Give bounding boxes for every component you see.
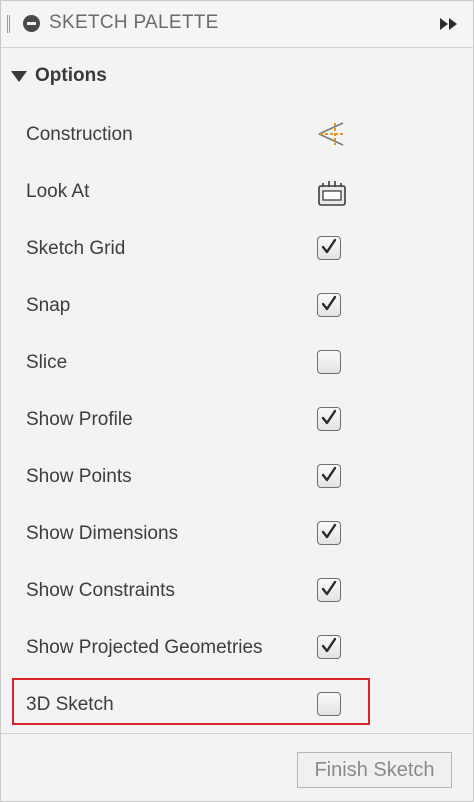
- drag-grip-icon[interactable]: [7, 15, 10, 33]
- checkmark-icon: [321, 466, 337, 482]
- collapse-icon[interactable]: [23, 15, 40, 32]
- expand-arrows-icon[interactable]: [439, 17, 459, 31]
- option-row-snap: Snap: [1, 285, 473, 325]
- caret-down-icon[interactable]: [11, 71, 27, 82]
- option-row-sketch-grid: Sketch Grid: [1, 228, 473, 268]
- option-row-slice: Slice: [1, 342, 473, 382]
- look-at-icon[interactable]: [317, 178, 346, 206]
- snap-checkbox[interactable]: [317, 293, 341, 317]
- show-constraints-checkbox[interactable]: [317, 578, 341, 602]
- options-section-header[interactable]: Options: [1, 57, 473, 97]
- option-label: Snap: [26, 295, 71, 316]
- option-row-look-at: Look At: [1, 171, 473, 211]
- option-label: Show Profile: [26, 409, 133, 430]
- option-label: Sketch Grid: [26, 238, 126, 259]
- option-label: Show Projected Geometries: [26, 637, 263, 658]
- option-row-show-constraints: Show Constraints: [1, 570, 473, 610]
- option-row-show-profile: Show Profile: [1, 399, 473, 439]
- options-section-label: Options: [35, 65, 107, 86]
- sketch-palette-panel: SKETCH PALETTE Options Construction Look …: [0, 0, 474, 802]
- option-label: Slice: [26, 352, 68, 373]
- checkmark-icon: [321, 409, 337, 425]
- option-label: Show Dimensions: [26, 523, 179, 544]
- checkmark-icon: [321, 637, 337, 653]
- option-row-construction: Construction: [1, 114, 473, 154]
- show-profile-checkbox[interactable]: [317, 407, 341, 431]
- option-label: Look At: [26, 181, 90, 202]
- slice-checkbox[interactable]: [317, 350, 341, 374]
- palette-title: SKETCH PALETTE: [49, 12, 219, 33]
- option-row-show-points: Show Points: [1, 456, 473, 496]
- show-points-checkbox[interactable]: [317, 464, 341, 488]
- show-dimensions-checkbox[interactable]: [317, 521, 341, 545]
- footer-divider: [1, 733, 473, 734]
- finish-sketch-button[interactable]: Finish Sketch: [297, 752, 452, 788]
- sketch-grid-checkbox[interactable]: [317, 236, 341, 260]
- option-label: Construction: [26, 124, 133, 145]
- checkmark-icon: [321, 295, 337, 311]
- option-row-show-projected-geometries: Show Projected Geometries: [1, 627, 473, 667]
- palette-title-bar[interactable]: SKETCH PALETTE: [1, 1, 473, 48]
- checkmark-icon: [321, 580, 337, 596]
- highlight-box: [12, 678, 370, 725]
- option-label: Show Constraints: [26, 580, 175, 601]
- checkmark-icon: [321, 238, 337, 254]
- show-projected-geometries-checkbox[interactable]: [317, 635, 341, 659]
- option-label: Show Points: [26, 466, 132, 487]
- checkmark-icon: [321, 523, 337, 539]
- construction-icon[interactable]: [317, 121, 345, 147]
- option-row-show-dimensions: Show Dimensions: [1, 513, 473, 553]
